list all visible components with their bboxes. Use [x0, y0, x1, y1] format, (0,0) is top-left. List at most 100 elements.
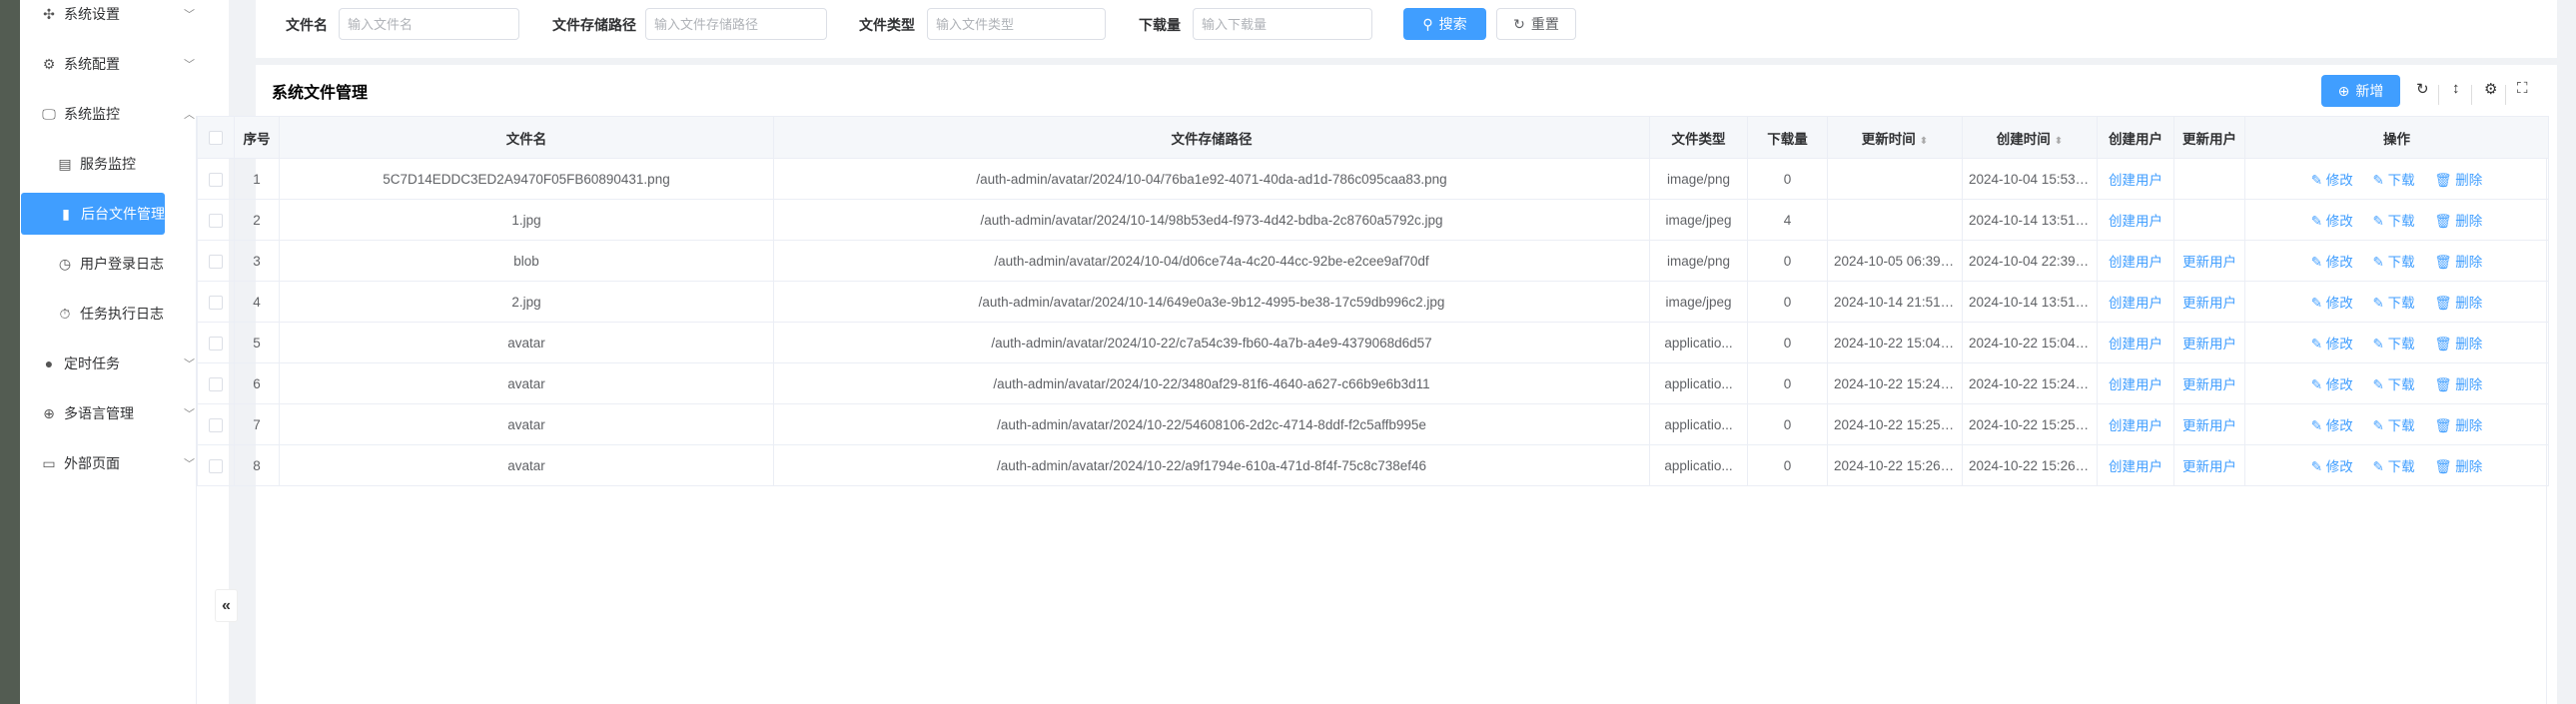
edit-label: 修改 [2325, 337, 2353, 352]
edit-button[interactable]: ✎ 修改 [2311, 418, 2353, 433]
downloads-input[interactable] [1193, 8, 1372, 40]
delete-button[interactable]: 🗑 删除 [2434, 337, 2482, 352]
chevron-down-icon: ﹀ [184, 408, 195, 420]
sidebar-item-label: 定时任务 [64, 355, 120, 371]
download-icon: ✎ [2372, 418, 2384, 433]
download-icon: ✎ [2372, 296, 2384, 311]
index-cell: 7 [234, 403, 280, 445]
download-button[interactable]: ✎ 下载 [2373, 173, 2415, 188]
edit-icon: ✎ [2310, 173, 2323, 188]
add-button[interactable]: ⊕ 新增 [2321, 75, 2400, 107]
download-icon: ✎ [2372, 173, 2384, 188]
updated-cell [1827, 158, 1963, 200]
row-checkbox[interactable] [197, 403, 235, 445]
delete-button[interactable]: 🗑 删除 [2434, 377, 2482, 392]
delete-button[interactable]: 🗑 删除 [2434, 418, 2482, 433]
column-header[interactable]: 更新时间 ⬍ [1827, 116, 1963, 159]
download-button[interactable]: ✎ 下载 [2373, 337, 2415, 352]
index-cell: 1 [234, 158, 280, 200]
create-user-link[interactable]: 创建用户 [2097, 158, 2174, 200]
type-input[interactable] [927, 8, 1106, 40]
edit-button[interactable]: ✎ 修改 [2311, 377, 2353, 392]
filename-cell: avatar [279, 444, 774, 486]
row-checkbox[interactable] [197, 444, 235, 486]
update-user-link[interactable]: 更新用户 [2173, 322, 2245, 363]
path-input[interactable] [645, 8, 827, 40]
settings-icon[interactable]: ⚙ [2484, 80, 2497, 98]
create-user-link[interactable]: 创建用户 [2097, 322, 2174, 363]
download-button[interactable]: ✎ 下载 [2373, 214, 2415, 229]
create-user-link[interactable]: 创建用户 [2097, 444, 2174, 486]
edit-button[interactable]: ✎ 修改 [2311, 296, 2353, 311]
column-header-label: 文件类型 [1671, 131, 1726, 147]
download-label: 下载 [2387, 255, 2415, 270]
row-checkbox[interactable] [197, 158, 235, 200]
sidebar-item-label: 外部页面 [64, 455, 120, 471]
update-user-link[interactable]: 更新用户 [2173, 240, 2245, 282]
sidebar-item[interactable]: ⚙ 系统配置 ﹀ [20, 43, 229, 85]
download-button[interactable]: ✎ 下载 [2373, 377, 2415, 392]
table-header: 序号 文件名 文件存储路径 文件类型 下载量 更新时间 ⬍ 创建时间 ⬍ 创建用户 更新用户 操作 [197, 116, 2549, 159]
filename-input[interactable] [339, 8, 519, 40]
created-cell: 2024-10-04 15:53:36 [1962, 158, 2098, 200]
edit-button[interactable]: ✎ 修改 [2311, 214, 2353, 229]
update-user-link[interactable]: 更新用户 [2173, 403, 2245, 445]
update-user-link[interactable] [2173, 199, 2245, 241]
delete-label: 删除 [2455, 255, 2483, 270]
sidebar-item[interactable]: ✣ 系统设置 ﹀ [20, 0, 229, 35]
filename-cell: 5C7D14EDDC3ED2A9470F05FB60890431.png [279, 158, 774, 200]
clock-user-icon: ◷ [58, 255, 72, 272]
downloads-cell: 4 [1747, 199, 1828, 241]
path-cell: /auth-admin/avatar/2024/10-14/649e0a3e-9… [773, 281, 1650, 323]
search-button[interactable]: ⚲ 搜索 [1403, 8, 1486, 40]
row-checkbox[interactable] [197, 322, 235, 363]
delete-button[interactable]: 🗑 删除 [2434, 296, 2482, 311]
delete-button[interactable]: 🗑 删除 [2434, 459, 2482, 474]
column-height-icon[interactable]: ↕ [2452, 80, 2460, 97]
download-button[interactable]: ✎ 下载 [2373, 255, 2415, 270]
column-header: 操作 [2244, 116, 2549, 159]
create-user-link[interactable]: 创建用户 [2097, 362, 2174, 404]
filename-label: 文件名 [286, 17, 328, 33]
edit-button[interactable]: ✎ 修改 [2311, 337, 2353, 352]
download-button[interactable]: ✎ 下载 [2373, 459, 2415, 474]
download-button[interactable]: ✎ 下载 [2373, 296, 2415, 311]
delete-button[interactable]: 🗑 删除 [2434, 214, 2482, 229]
create-user-link[interactable]: 创建用户 [2097, 199, 2174, 241]
sidebar-item[interactable]: ▮ 后台文件管理 [21, 193, 165, 235]
row-checkbox[interactable] [197, 281, 235, 323]
reset-button[interactable]: ↻ 重置 [1496, 8, 1576, 40]
download-button[interactable]: ✎ 下载 [2373, 418, 2415, 433]
created-cell: 2024-10-22 15:26:44 [1962, 444, 2098, 486]
row-checkbox[interactable] [197, 199, 235, 241]
update-user-link[interactable]: 更新用户 [2173, 281, 2245, 323]
row-checkbox[interactable] [197, 240, 235, 282]
delete-button[interactable]: 🗑 删除 [2434, 173, 2482, 188]
edit-label: 修改 [2325, 214, 2353, 229]
sort-icon[interactable]: ⬍ [1920, 136, 1928, 147]
edit-label: 修改 [2325, 377, 2353, 392]
edit-button[interactable]: ✎ 修改 [2311, 459, 2353, 474]
update-user-link[interactable] [2173, 158, 2245, 200]
delete-button[interactable]: 🗑 删除 [2434, 255, 2482, 270]
update-user-link[interactable]: 更新用户 [2173, 444, 2245, 486]
create-user-link[interactable]: 创建用户 [2097, 403, 2174, 445]
update-user-link[interactable]: 更新用户 [2173, 362, 2245, 404]
path-cell: /auth-admin/avatar/2024/10-22/3480af29-8… [773, 362, 1650, 404]
table-row: 8 avatar /auth-admin/avatar/2024/10-22/a… [197, 444, 2549, 486]
path-cell: /auth-admin/avatar/2024/10-22/c7a54c39-f… [773, 322, 1650, 363]
create-user-link[interactable]: 创建用户 [2097, 281, 2174, 323]
updated-cell: 2024-10-05 06:39:30 [1827, 240, 1963, 282]
fullscreen-icon[interactable]: ⛶ [2517, 80, 2528, 97]
column-header[interactable]: 创建时间 ⬍ [1962, 116, 2098, 159]
create-user-link[interactable]: 创建用户 [2097, 240, 2174, 282]
row-checkbox[interactable] [197, 362, 235, 404]
sort-icon[interactable]: ⬍ [2055, 136, 2063, 147]
refresh-icon[interactable]: ↻ [2416, 80, 2429, 98]
edit-label: 修改 [2325, 173, 2353, 188]
edit-button[interactable]: ✎ 修改 [2311, 173, 2353, 188]
index-cell: 4 [234, 281, 280, 323]
edit-button[interactable]: ✎ 修改 [2311, 255, 2353, 270]
select-all-checkbox[interactable] [197, 116, 235, 159]
filename-cell: 2.jpg [279, 281, 774, 323]
